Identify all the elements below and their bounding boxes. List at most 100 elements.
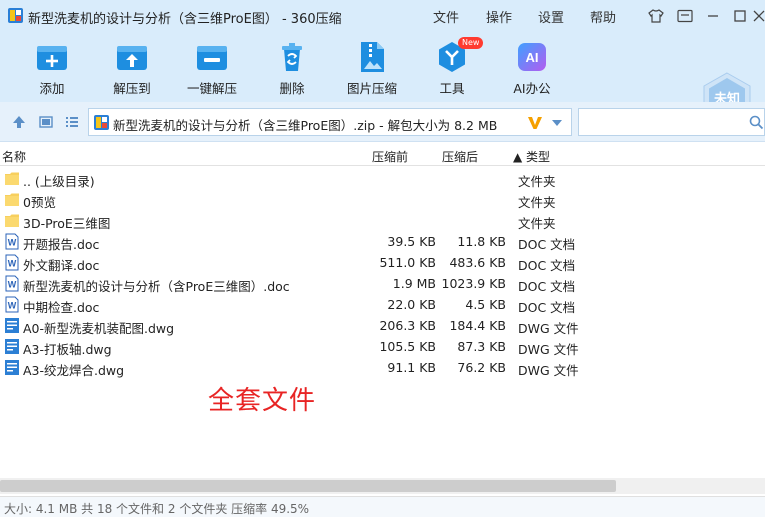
menu-help[interactable]: 帮助 bbox=[590, 7, 616, 26]
file-type: 文件夹 bbox=[518, 174, 556, 189]
thumbnail-view-button[interactable] bbox=[38, 114, 54, 130]
folder-icon bbox=[4, 191, 20, 208]
file-row[interactable]: A0-新型洗麦机装配图.dwg 206.3 KB 184.4 KB DWG 文件 bbox=[0, 315, 765, 336]
new-badge: New bbox=[458, 37, 484, 49]
file-row[interactable]: A3-绞龙焊合.dwg 91.1 KB 76.2 KB DWG 文件 bbox=[0, 357, 765, 378]
file-row[interactable]: W 中期检查.doc 22.0 KB 4.5 KB DOC 文档 bbox=[0, 294, 765, 315]
file-size: 39.5 KB bbox=[387, 234, 436, 249]
file-compressed-size: 184.4 KB bbox=[449, 318, 506, 333]
file-row[interactable]: A3-打板轴.dwg 105.5 KB 87.3 KB DWG 文件 bbox=[0, 336, 765, 357]
maximize-button[interactable] bbox=[730, 6, 750, 26]
extract-to-button[interactable]: 解压到 bbox=[92, 40, 172, 97]
ai-text: AI bbox=[526, 50, 539, 65]
file-type: 文件夹 bbox=[518, 216, 556, 231]
file-name: 新型洗麦机的设计与分析（含ProE三维图）.doc bbox=[23, 279, 290, 294]
minimize-button[interactable] bbox=[703, 6, 723, 26]
status-bar: 大小: 4.1 MB 共 18 个文件和 2 个文件夹 压缩率 49.5% bbox=[0, 496, 765, 517]
app-logo-icon bbox=[8, 8, 23, 23]
file-type: DOC 文档 bbox=[518, 279, 576, 294]
file-row[interactable]: 0预览 文件夹 bbox=[0, 189, 765, 210]
menu-operate[interactable]: 操作 bbox=[486, 7, 512, 26]
minimize-icon bbox=[708, 15, 718, 17]
file-compressed-size: 483.6 KB bbox=[449, 255, 506, 270]
one-click-extract-icon bbox=[195, 40, 229, 74]
file-name: 开题报告.doc bbox=[23, 237, 100, 252]
image-compress-button[interactable]: 图片压缩 bbox=[332, 40, 412, 97]
menu-settings[interactable]: 设置 bbox=[538, 7, 564, 26]
ai-office-button[interactable]: AI AI办公 bbox=[492, 40, 572, 97]
v-brand-icon[interactable] bbox=[526, 114, 544, 132]
shirt-icon bbox=[648, 9, 664, 23]
address-bar: 新型洗麦机的设计与分析（含三维ProE图）.zip - 解包大小为 8.2 MB bbox=[0, 102, 765, 142]
file-row[interactable]: W 开题报告.doc 39.5 KB 11.8 KB DOC 文档 bbox=[0, 231, 765, 252]
search-icon[interactable] bbox=[749, 115, 764, 130]
file-row[interactable]: 3D-ProE三维图 文件夹 bbox=[0, 210, 765, 231]
up-button[interactable] bbox=[11, 114, 27, 130]
file-list: .. (上级目录) 文件夹 0预览 文件夹 3D-ProE三维图 文件夹 W 开题报告.doc… bbox=[0, 168, 765, 378]
file-name: 中期检查.doc bbox=[23, 300, 100, 315]
dwg-file-icon bbox=[4, 359, 20, 376]
close-button[interactable] bbox=[752, 6, 765, 26]
column-size[interactable]: 压缩前 bbox=[372, 148, 408, 165]
file-type: DOC 文档 bbox=[518, 300, 576, 315]
folder-icon bbox=[4, 212, 20, 229]
archive-icon bbox=[94, 115, 109, 130]
add-icon bbox=[35, 40, 69, 74]
one-click-extract-button[interactable]: 一键解压 bbox=[172, 40, 252, 97]
file-row[interactable]: .. (上级目录) 文件夹 bbox=[0, 168, 765, 189]
file-type: DOC 文档 bbox=[518, 237, 576, 252]
arrow-up-icon bbox=[13, 116, 25, 128]
word-document-icon: W bbox=[4, 275, 20, 292]
thumbnail-view-icon bbox=[39, 116, 53, 128]
file-type: 文件夹 bbox=[518, 195, 556, 210]
file-name: A3-绞龙焊合.dwg bbox=[23, 363, 125, 378]
word-document-icon: W bbox=[4, 233, 20, 250]
file-size: 206.3 KB bbox=[379, 318, 436, 333]
file-name: .. (上级目录) bbox=[23, 174, 95, 189]
folder-icon bbox=[4, 170, 20, 187]
column-name[interactable]: 名称 bbox=[2, 148, 26, 165]
ai-office-icon: AI bbox=[515, 40, 549, 74]
file-type: DWG 文件 bbox=[518, 342, 579, 357]
dwg-file-icon bbox=[4, 338, 20, 355]
file-compressed-size: 1023.9 KB bbox=[441, 276, 506, 291]
file-size: 22.0 KB bbox=[387, 297, 436, 312]
delete-button[interactable]: 删除 bbox=[252, 40, 332, 97]
file-row[interactable]: W 新型洗麦机的设计与分析（含ProE三维图）.doc 1.9 MB 1023.9 K… bbox=[0, 273, 765, 294]
status-text: 大小: 4.1 MB 共 18 个文件和 2 个文件夹 压缩率 49.5% bbox=[4, 502, 310, 516]
add-button[interactable]: 添加 bbox=[12, 40, 92, 97]
file-list-header: 名称 压缩前 压缩后 ▲ 类型 bbox=[0, 144, 765, 166]
menu-file[interactable]: 文件 bbox=[433, 7, 459, 26]
file-size: 1.9 MB bbox=[392, 276, 436, 291]
scrollbar-thumb[interactable] bbox=[0, 480, 616, 492]
image-compress-icon bbox=[355, 40, 389, 74]
file-name: 外文翻译.doc bbox=[23, 258, 100, 273]
extract-to-icon bbox=[115, 40, 149, 74]
column-type[interactable]: ▲ 类型 bbox=[513, 148, 550, 165]
main-toolbar: 添加 解压到 一键解压 删除 图片压缩 New 工具 AI AI办公 未知 bbox=[0, 32, 765, 126]
file-compressed-size: 87.3 KB bbox=[457, 339, 506, 354]
svg-text:W: W bbox=[8, 301, 17, 311]
search-input[interactable] bbox=[583, 113, 743, 131]
tools-button[interactable]: New 工具 bbox=[412, 37, 492, 97]
horizontal-scrollbar[interactable] bbox=[0, 478, 765, 494]
svg-text:W: W bbox=[8, 280, 17, 290]
chevron-down-icon[interactable] bbox=[551, 119, 563, 127]
feedback-button[interactable] bbox=[675, 6, 695, 26]
file-type: DWG 文件 bbox=[518, 363, 579, 378]
list-view-icon bbox=[66, 117, 78, 127]
column-compressed[interactable]: 压缩后 bbox=[442, 148, 478, 165]
file-name: 3D-ProE三维图 bbox=[23, 216, 111, 231]
list-view-button[interactable] bbox=[64, 114, 80, 130]
message-icon bbox=[677, 9, 693, 23]
file-name: A0-新型洗麦机装配图.dwg bbox=[23, 321, 175, 336]
skin-button[interactable] bbox=[646, 6, 666, 26]
file-row[interactable]: W 外文翻译.doc 511.0 KB 483.6 KB DOC 文档 bbox=[0, 252, 765, 273]
file-compressed-size: 4.5 KB bbox=[465, 297, 506, 312]
file-name: A3-打板轴.dwg bbox=[23, 342, 112, 357]
path-field[interactable]: 新型洗麦机的设计与分析（含三维ProE图）.zip - 解包大小为 8.2 MB bbox=[88, 108, 572, 136]
file-size: 511.0 KB bbox=[379, 255, 436, 270]
file-compressed-size: 76.2 KB bbox=[457, 360, 506, 375]
word-document-icon: W bbox=[4, 296, 20, 313]
search-field[interactable] bbox=[578, 108, 765, 136]
